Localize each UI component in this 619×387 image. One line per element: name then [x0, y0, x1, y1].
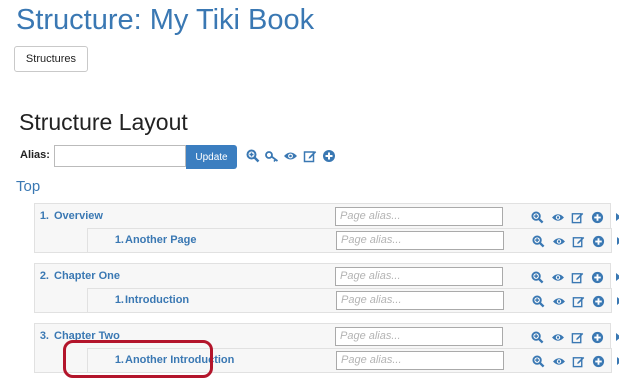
update-button[interactable]: Update [186, 145, 237, 169]
edit-icon[interactable] [568, 209, 587, 225]
page-alias-input[interactable]: Page alias... [336, 231, 504, 250]
page-title: Structure: My Tiki Book [16, 4, 315, 36]
zoom-in-icon[interactable] [529, 233, 548, 249]
edit-icon[interactable] [569, 233, 588, 249]
node-number: 3. [39, 330, 49, 342]
zoom-in-icon[interactable] [528, 269, 547, 285]
alias-input[interactable] [54, 145, 186, 167]
move-right-icon[interactable] [609, 353, 619, 369]
move-right-icon[interactable] [608, 329, 619, 345]
tree-node-chapter-one: 2. Chapter One Page alias... 1. Introduc… [34, 263, 619, 313]
node-number: 1. [114, 294, 124, 306]
add-icon[interactable] [589, 293, 608, 309]
row-tools [529, 233, 619, 249]
tree-node-another-page: 1. Another Page Page alias... [87, 228, 619, 253]
zoom-in-icon[interactable] [243, 146, 262, 165]
node-number: 2. [39, 270, 49, 282]
add-icon[interactable] [588, 209, 607, 225]
edit-icon[interactable] [300, 146, 319, 165]
top-toolbar [243, 146, 338, 165]
highlight-annotation [63, 340, 213, 378]
page-alias-input[interactable]: Page alias... [335, 207, 503, 226]
edit-icon[interactable] [569, 353, 588, 369]
edit-icon[interactable] [569, 293, 588, 309]
key-icon[interactable] [262, 146, 281, 165]
move-right-icon[interactable] [609, 293, 619, 309]
add-icon[interactable] [588, 269, 607, 285]
page-alias-input[interactable]: Page alias... [336, 351, 504, 370]
eye-icon[interactable] [548, 209, 567, 225]
row-tools [529, 353, 619, 369]
zoom-in-icon[interactable] [529, 293, 548, 309]
structures-button[interactable]: Structures [14, 46, 88, 72]
row-tools [528, 329, 619, 345]
move-right-icon[interactable] [608, 269, 619, 285]
move-right-icon[interactable] [608, 209, 619, 225]
row-tools [528, 209, 619, 225]
node-number: 1. [114, 234, 124, 246]
row-tools [529, 293, 619, 309]
node-link-introduction[interactable]: Introduction [125, 294, 189, 306]
row-tools [528, 269, 619, 285]
add-icon[interactable] [319, 146, 338, 165]
eye-icon[interactable] [548, 329, 567, 345]
edit-icon[interactable] [568, 269, 587, 285]
zoom-in-icon[interactable] [528, 209, 547, 225]
top-link[interactable]: Top [16, 178, 40, 195]
page-alias-input[interactable]: Page alias... [335, 327, 503, 346]
eye-icon[interactable] [549, 353, 568, 369]
edit-icon[interactable] [568, 329, 587, 345]
zoom-in-icon[interactable] [528, 329, 547, 345]
eye-icon[interactable] [549, 293, 568, 309]
eye-icon[interactable] [548, 269, 567, 285]
node-link-overview[interactable]: Overview [54, 210, 103, 222]
eye-icon[interactable] [549, 233, 568, 249]
page-alias-input[interactable]: Page alias... [335, 267, 503, 286]
page-alias-input[interactable]: Page alias... [336, 291, 504, 310]
node-link-another-page[interactable]: Another Page [125, 234, 197, 246]
node-link-chapter-one[interactable]: Chapter One [54, 270, 120, 282]
add-icon[interactable] [589, 233, 608, 249]
eye-icon[interactable] [281, 146, 300, 165]
zoom-in-icon[interactable] [529, 353, 548, 369]
add-icon[interactable] [589, 353, 608, 369]
tree-node-overview: 1. Overview Page alias... 1. Another Pag… [34, 203, 619, 253]
node-number: 1. [39, 210, 49, 222]
alias-label: Alias: [20, 149, 50, 161]
tree-node-introduction: 1. Introduction Page alias... [87, 288, 619, 313]
structure-layout-title: Structure Layout [19, 109, 188, 135]
move-right-icon[interactable] [609, 233, 619, 249]
add-icon[interactable] [588, 329, 607, 345]
